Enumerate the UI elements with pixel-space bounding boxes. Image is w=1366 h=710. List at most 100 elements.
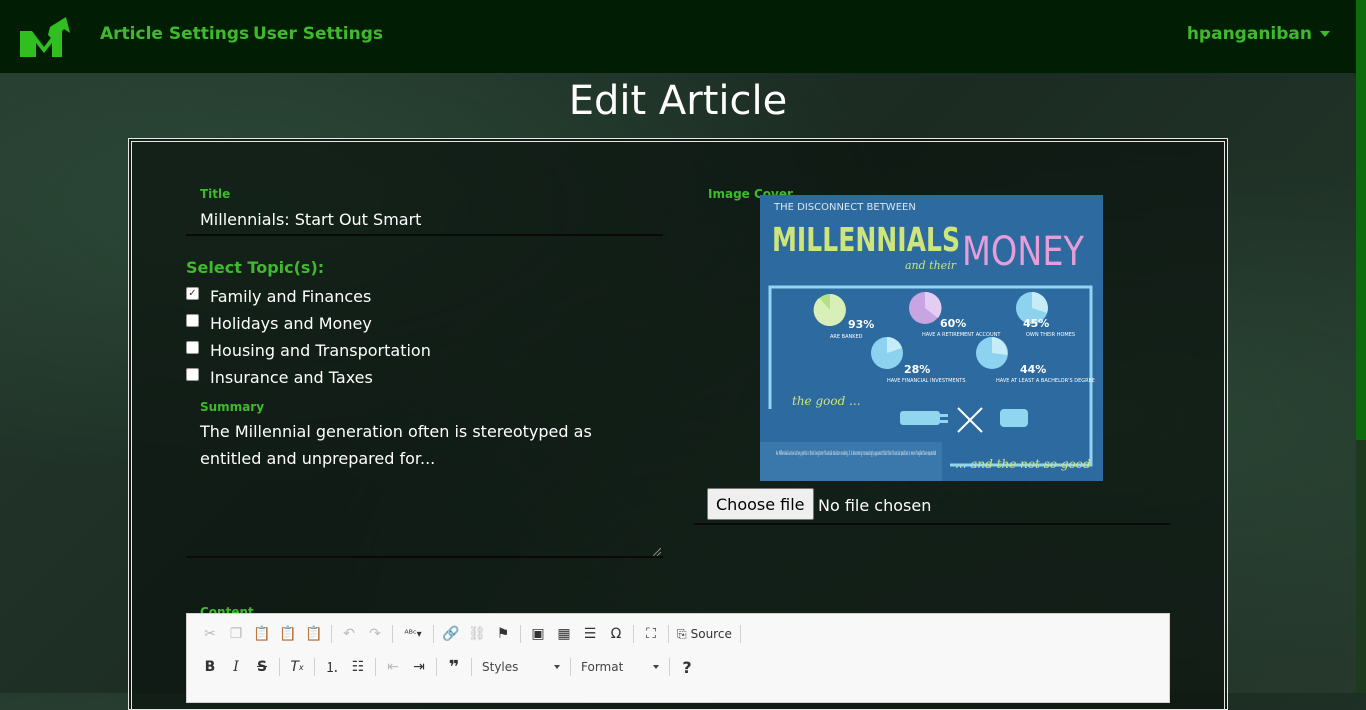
page-scrollbar[interactable] xyxy=(1356,0,1366,693)
toolbar-separator xyxy=(392,625,393,643)
topics-heading: Select Topic(s): xyxy=(186,258,325,277)
toolbar-row-1: ✂ ❐ 📋 📋 📋 ↶ ↷ ᴬᴮᶜ▾ 🔗 ⛓ ⚑ ▣ ▦ ☰ Ω ⛶ ⎘ Sour… xyxy=(197,622,745,646)
page-title: Edit Article xyxy=(568,78,788,124)
cover-bad: ... and the not so good xyxy=(955,457,1091,471)
toolbar-separator xyxy=(436,658,437,676)
cover-stat-pct: 44% xyxy=(1020,363,1046,376)
user-menu[interactable]: hpanganiban xyxy=(1187,24,1330,44)
toolbar-row-2: B I S Tx ⒈ ☷ ⇤ ⇥ ❞ Styles Format ? xyxy=(197,655,700,679)
topic-checkbox-housing[interactable]: Housing and Transportation xyxy=(186,339,431,361)
toolbar-separator xyxy=(314,658,315,676)
topic-checkbox-insurance[interactable]: Insurance and Taxes xyxy=(186,366,373,388)
horizontal-line-icon[interactable]: ☰ xyxy=(577,623,603,645)
toolbar-separator xyxy=(669,658,670,676)
bulleted-list-icon[interactable]: ☷ xyxy=(345,656,371,678)
chevron-down-icon xyxy=(653,665,659,669)
navbar: Article Settings User Settings hpanganib… xyxy=(0,0,1356,73)
content-editor[interactable]: ✂ ❐ 📋 📋 📋 ↶ ↷ ᴬᴮᶜ▾ 🔗 ⛓ ⚑ ▣ ▦ ☰ Ω ⛶ ⎘ Sour… xyxy=(186,613,1170,703)
cover-stat-pct: 60% xyxy=(940,317,966,330)
paste-word-icon[interactable]: 📋 xyxy=(301,623,327,645)
checkbox-icon[interactable] xyxy=(186,313,199,327)
username: hpanganiban xyxy=(1186,24,1312,44)
unlink-icon[interactable]: ⛓ xyxy=(464,623,490,645)
cover-stat-pct: 28% xyxy=(904,363,930,376)
cover-line1: THE DISCONNECT BETWEEN xyxy=(773,202,916,213)
undo-icon[interactable]: ↶ xyxy=(336,623,362,645)
toolbar-separator xyxy=(279,658,280,676)
cover-stat-text: HAVE FINANCIAL INVESTMENTS xyxy=(887,378,966,384)
copy-icon[interactable]: ❐ xyxy=(223,623,249,645)
toolbar-separator xyxy=(520,625,521,643)
format-dropdown[interactable]: Format xyxy=(575,657,665,677)
caret-down-icon xyxy=(1320,31,1330,37)
source-icon: ⎘ xyxy=(677,626,687,641)
cover-line2: MILLENNIALS xyxy=(772,220,960,259)
outdent-icon[interactable]: ⇤ xyxy=(380,656,406,678)
blockquote-icon[interactable]: ❞ xyxy=(441,656,467,678)
strikethrough-icon[interactable]: S xyxy=(249,656,275,678)
spellcheck-icon[interactable]: ᴬᴮᶜ▾ xyxy=(397,623,429,645)
cover-body: As Millennials arrive at key points in t… xyxy=(776,450,936,457)
italic-icon[interactable]: I xyxy=(223,656,249,678)
toolbar-separator xyxy=(570,658,571,676)
checkbox-icon[interactable] xyxy=(186,340,199,354)
chevron-down-icon xyxy=(554,665,560,669)
cover-line3: and their xyxy=(905,259,957,272)
checkbox-icon[interactable] xyxy=(186,367,199,381)
anchor-flag-icon[interactable]: ⚑ xyxy=(490,623,516,645)
toolbar-separator xyxy=(375,658,376,676)
topic-label: Holidays and Money xyxy=(210,313,372,333)
topic-label: Housing and Transportation xyxy=(210,340,431,360)
nav-user-settings[interactable]: User Settings xyxy=(253,24,383,44)
summary-textarea[interactable]: The Millennial generation often is stere… xyxy=(186,416,663,558)
source-button[interactable]: ⎘ Source xyxy=(673,623,736,645)
topic-label: Insurance and Taxes xyxy=(210,367,373,387)
indent-icon[interactable]: ⇥ xyxy=(406,656,432,678)
redo-icon[interactable]: ↷ xyxy=(362,623,388,645)
image-icon[interactable]: ▣ xyxy=(525,623,551,645)
source-label: Source xyxy=(690,627,732,641)
topic-checkbox-holidays[interactable]: Holidays and Money xyxy=(186,312,372,334)
choose-file-button[interactable]: Choose file xyxy=(707,488,814,520)
toolbar-separator xyxy=(331,625,332,643)
cover-good: the good ... xyxy=(792,394,861,408)
toolbar-separator xyxy=(433,625,434,643)
toolbar-separator xyxy=(471,658,472,676)
styles-label: Styles xyxy=(482,660,519,674)
checkbox-checked-icon[interactable]: ✓ xyxy=(186,286,199,300)
toolbar-separator xyxy=(633,625,634,643)
cover-stat-text: HAVE AT LEAST A BACHELOR'S DEGREE xyxy=(996,378,1095,384)
table-icon[interactable]: ▦ xyxy=(551,623,577,645)
nav-article-settings[interactable]: Article Settings xyxy=(100,24,249,44)
styles-dropdown[interactable]: Styles xyxy=(476,657,566,677)
topic-label: Family and Finances xyxy=(210,286,372,306)
title-input[interactable] xyxy=(186,204,663,236)
summary-label: Summary xyxy=(200,400,265,414)
paste-icon[interactable]: 📋 xyxy=(249,623,275,645)
link-icon[interactable]: 🔗 xyxy=(438,623,464,645)
cover-stat-text: HAVE A RETIREMENT ACCOUNT xyxy=(922,332,1001,338)
scrollbar-thumb[interactable] xyxy=(1356,0,1366,440)
cover-stat-pct: 93% xyxy=(848,318,874,331)
logo-icon[interactable] xyxy=(20,17,70,57)
cover-stat-pct: 45% xyxy=(1023,317,1049,330)
special-char-icon[interactable]: Ω xyxy=(603,623,629,645)
title-label: Title xyxy=(200,187,231,201)
cover-line4: MONEY xyxy=(962,229,1084,275)
cover-stat-text: ARE BANKED xyxy=(830,334,863,340)
image-cover-preview: THE DISCONNECT BETWEEN MILLENNIALS and t… xyxy=(760,195,1103,481)
paste-text-icon[interactable]: 📋 xyxy=(275,623,301,645)
help-button[interactable]: ? xyxy=(674,656,700,678)
toolbar-separator xyxy=(668,625,669,643)
toolbar-separator xyxy=(739,625,741,643)
numbered-list-icon[interactable]: ⒈ xyxy=(319,656,345,678)
remove-format-icon[interactable]: Tx xyxy=(284,656,310,678)
file-input-row: Choose file No file chosen xyxy=(694,488,1170,525)
topic-checkbox-family[interactable]: ✓ Family and Finances xyxy=(186,285,371,307)
cover-stat-text: OWN THEIR HOMES xyxy=(1026,332,1075,338)
resize-grip-icon[interactable] xyxy=(653,548,661,556)
cut-icon[interactable]: ✂ xyxy=(197,623,223,645)
bold-icon[interactable]: B xyxy=(197,656,223,678)
format-label: Format xyxy=(581,660,624,674)
maximize-icon[interactable]: ⛶ xyxy=(638,623,664,645)
